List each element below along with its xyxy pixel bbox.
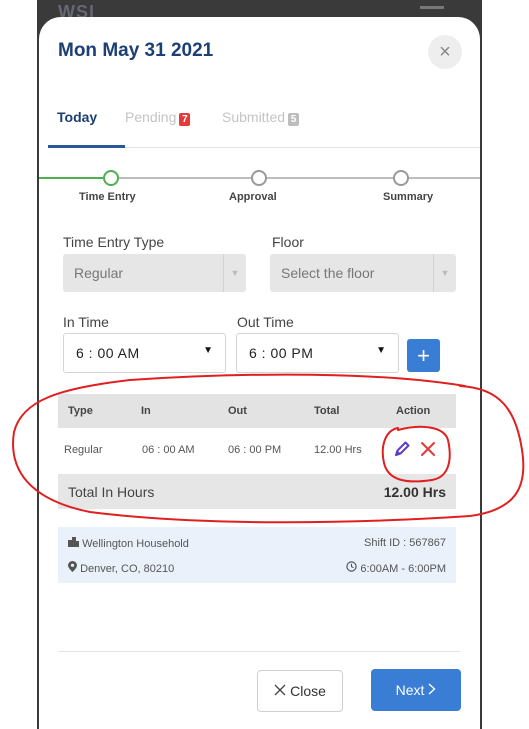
clock-icon [346,561,360,575]
caret-down-icon: ▼ [203,345,213,356]
step-dot-approval [251,170,267,186]
next-button[interactable]: Next [371,669,461,711]
step-line-pending [115,177,480,179]
step-dot-summary [393,170,409,186]
tab-today[interactable]: Today [57,109,97,125]
close-icon[interactable]: × [428,35,462,69]
next-button-label: Next [395,682,425,698]
submitted-count-badge: 5 [288,113,300,126]
time-entry-modal: Mon May 31 2021 × Today Pending 7 Submitt… [39,17,480,729]
row-in: 06 : 00 AM [142,444,195,456]
background-right [482,0,529,729]
edit-icon[interactable] [393,440,411,463]
entry-type-select[interactable]: Regular ▼ [63,254,246,292]
step-label-summary: Summary [383,191,434,203]
step-label-approval: Approval [229,191,277,203]
floor-select[interactable]: Select the floor ▼ [270,254,456,292]
chevron-down-icon: ▼ [433,254,456,292]
tab-today-label: Today [57,109,98,125]
tab-bar: Today Pending 7 Submitted 5 [39,105,480,148]
total-hours-row: Total In Hours 12.00 Hrs [58,475,456,509]
header-out: Out [228,405,247,417]
pending-count-badge: 7 [179,113,191,126]
active-tab-indicator [48,145,125,148]
row-out: 06 : 00 PM [228,444,282,456]
chevron-right-icon [428,682,436,698]
step-label-time-entry: Time Entry [79,191,136,203]
floor-placeholder: Select the floor [281,265,375,281]
chevron-down-icon: ▼ [223,254,246,292]
entry-type-value: Regular [74,265,124,281]
tab-pending-label: Pending [125,109,177,125]
floor-label: Floor [272,234,304,250]
in-time-label: In Time [63,314,109,330]
tab-pending[interactable]: Pending 7 [125,109,191,126]
in-time-value: 6 : 00 AM [76,345,140,361]
add-time-entry-button[interactable]: + [407,339,440,372]
location-name: Wellington Household [82,538,189,550]
location-name-row: Wellington Household [68,537,189,550]
shift-id: Shift ID : 567867 [364,537,446,549]
close-x-icon [274,683,286,699]
tab-submitted[interactable]: Submitted 5 [222,109,300,126]
header-action: Action [396,405,431,417]
close-button-label: Close [290,683,326,699]
shift-location-card: Wellington Household Shift ID : 567867 D… [58,527,456,583]
location-address: Denver, CO, 80210 [80,563,175,575]
header-dash [420,6,444,9]
building-icon [68,537,82,550]
header-total: Total [314,405,340,417]
row-type: Regular [64,444,103,456]
step-line-done [39,177,103,179]
total-hours-label: Total In Hours [68,484,155,500]
shift-hours-row: 6:00AM - 6:00PM [346,561,446,575]
header-type: Type [68,405,93,417]
header-in: In [141,405,151,417]
row-total: 12.00 Hrs [314,444,362,456]
location-address-row: Denver, CO, 80210 [68,561,174,575]
tab-submitted-label: Submitted [222,109,286,125]
delete-icon[interactable] [418,439,438,464]
background-left [0,0,37,729]
table-header: Type In Out Total Action [58,394,456,428]
in-time-select[interactable]: 6 : 00 AM ▼ [63,333,226,373]
shift-hours: 6:00AM - 6:00PM [360,563,446,575]
out-time-value: 6 : 00 PM [249,345,314,361]
step-dot-time-entry [103,170,119,186]
entry-type-label: Time Entry Type [63,234,165,250]
caret-down-icon: ▼ [376,345,386,356]
modal-title: Mon May 31 2021 [58,40,214,61]
close-button[interactable]: Close [257,670,343,712]
footer-divider [58,651,460,652]
total-hours-value: 12.00 Hrs [383,484,446,500]
map-pin-icon [68,561,80,575]
table-row: Regular 06 : 00 AM 06 : 00 PM 12.00 Hrs [58,428,456,475]
progress-stepper: Time Entry Approval Summary [39,165,480,215]
out-time-label: Out Time [237,314,294,330]
out-time-select[interactable]: 6 : 00 PM ▼ [236,333,399,373]
